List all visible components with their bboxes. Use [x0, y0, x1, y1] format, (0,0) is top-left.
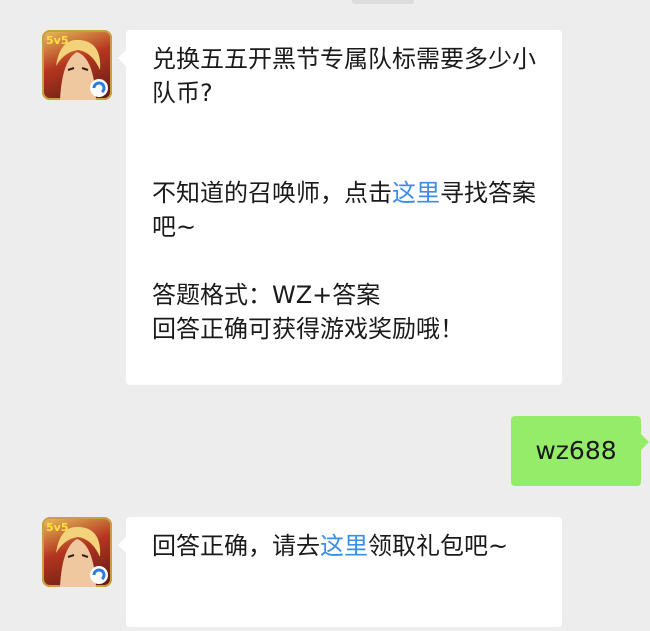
message-bubble-1: 兑换五五开黑节专属队标需要多少小队币? 不知道的召唤师，点击这里寻找答案吧~ 答… — [118, 30, 562, 385]
hint-text: 不知道的召唤师，点击这里寻找答案吧~ — [152, 176, 540, 244]
find-answer-link[interactable]: 这里 — [392, 179, 440, 207]
avatar-badge: 5v5 — [46, 34, 68, 47]
reply-text: 回答正确，请去这里领取礼包吧~ — [152, 529, 540, 563]
avatar-badge-2: 5v5 — [46, 521, 68, 534]
game-avatar-icon[interactable]: 5v5 — [42, 30, 112, 100]
reward-text: 回答正确可获得游戏奖励哦！ — [152, 315, 464, 343]
user-message-text: wz688 — [535, 436, 617, 465]
reply-prefix: 回答正确，请去 — [152, 532, 320, 560]
reply-suffix: 领取礼包吧~ — [368, 532, 509, 560]
previous-message-stub — [352, 0, 414, 4]
answer-format-text: 答题格式：WZ+答案 — [152, 281, 381, 309]
hint-prefix: 不知道的召唤师，点击 — [152, 179, 392, 207]
game-avatar-icon-2[interactable]: 5v5 — [42, 517, 112, 587]
claim-gift-link[interactable]: 这里 — [320, 532, 368, 560]
message-bubble-3: 回答正确，请去这里领取礼包吧~ — [118, 517, 562, 627]
user-message-bubble: wz688 — [511, 416, 649, 486]
question-text: 兑换五五开黑节专属队标需要多少小队币? — [152, 45, 536, 107]
